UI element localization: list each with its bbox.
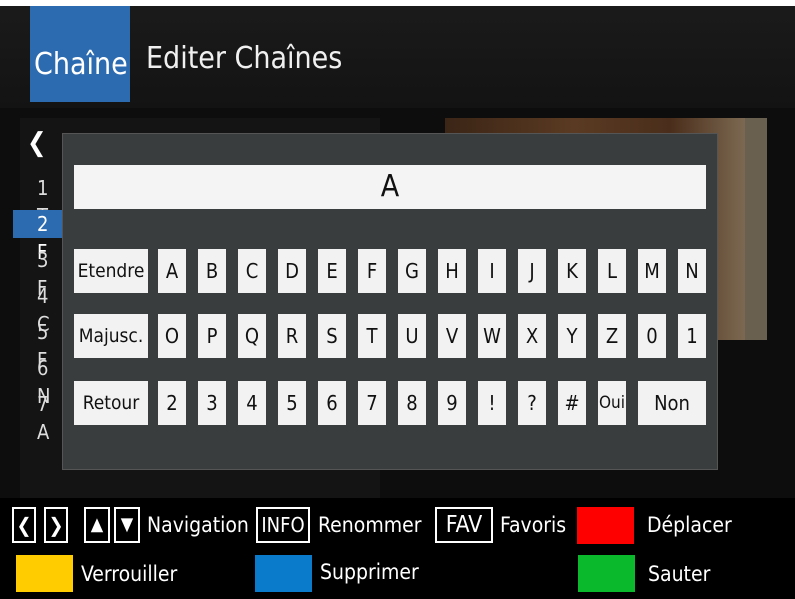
key-c[interactable]: C (238, 249, 266, 293)
channel-row[interactable]: 6 N (13, 354, 63, 408)
key-2[interactable]: 2 (158, 381, 186, 425)
key-sym11[interactable]: # (558, 381, 586, 425)
blue-key (255, 555, 312, 592)
yellow-key (16, 555, 73, 592)
delete-label: Supprimer (320, 560, 419, 584)
channel-row[interactable]: 4 C (13, 282, 63, 336)
screen: Chaîne Editer Chaînes ❮ 1 T2 F3 F4 C5 F6… (0, 0, 795, 599)
key-4[interactable]: 4 (238, 381, 266, 425)
key-oui[interactable]: Oui (598, 381, 626, 425)
tab-chaine-label: Chaîne (34, 47, 128, 82)
channel-row[interactable]: 1 T (13, 174, 63, 228)
chevron-down-icon: ▼ (114, 507, 140, 543)
info-key: INFO (256, 507, 310, 543)
key-7[interactable]: 7 (358, 381, 386, 425)
rename-label: Renommer (318, 513, 422, 537)
key-5[interactable]: 5 (278, 381, 306, 425)
key-i[interactable]: I (478, 249, 506, 293)
key-s[interactable]: S (318, 314, 346, 358)
key-retour[interactable]: Retour (74, 381, 148, 425)
chevron-up-icon: ▲ (84, 507, 110, 543)
channel-row[interactable]: 2 F (13, 210, 63, 264)
key-z[interactable]: Z (598, 314, 626, 358)
key-w[interactable]: W (478, 314, 506, 358)
key-b[interactable]: B (198, 249, 226, 293)
key-n[interactable]: N (678, 249, 706, 293)
key-k[interactable]: K (558, 249, 586, 293)
key-p[interactable]: P (198, 314, 226, 358)
chevron-left-icon: ❮ (12, 507, 36, 543)
lock-label: Verrouiller (81, 562, 178, 586)
skip-label: Sauter (648, 562, 711, 586)
channel-row[interactable]: 7 A (13, 390, 63, 444)
tab-chaine[interactable]: Chaîne (30, 6, 130, 102)
chevron-right-icon: ❯ (44, 507, 68, 543)
key-q[interactable]: Q (238, 314, 266, 358)
key-u[interactable]: U (398, 314, 426, 358)
key-v[interactable]: V (438, 314, 466, 358)
key-a[interactable]: A (158, 249, 186, 293)
page-title: Editer Chaînes (146, 41, 343, 76)
key-non[interactable]: Non (638, 381, 706, 425)
key-8[interactable]: 8 (398, 381, 426, 425)
channel-row[interactable]: 3 F (13, 246, 63, 300)
chevron-left-icon[interactable]: ❮ (27, 128, 47, 158)
key-h[interactable]: H (438, 249, 466, 293)
key-o[interactable]: O (158, 314, 186, 358)
key-3[interactable]: 3 (198, 381, 226, 425)
navigation-label: Navigation (147, 513, 249, 537)
key-f[interactable]: F (358, 249, 386, 293)
key-l[interactable]: L (598, 249, 626, 293)
move-label: Déplacer (647, 513, 732, 537)
red-key (577, 507, 634, 544)
key-t[interactable]: T (358, 314, 386, 358)
key-etendre[interactable]: Etendre (74, 249, 148, 293)
key-r[interactable]: R (278, 314, 306, 358)
fav-key: FAV (435, 507, 493, 543)
channel-row[interactable]: 5 F (13, 318, 63, 372)
key-m[interactable]: M (638, 249, 666, 293)
key-sym9[interactable]: ! (478, 381, 506, 425)
key-9[interactable]: 9 (438, 381, 466, 425)
key-d[interactable]: D (278, 249, 306, 293)
green-key (578, 555, 635, 592)
key-6[interactable]: 6 (318, 381, 346, 425)
key-majusc[interactable]: Majusc. (74, 314, 148, 358)
key-0[interactable]: 0 (638, 314, 666, 358)
favorites-label: Favoris (500, 513, 567, 537)
key-e[interactable]: E (318, 249, 346, 293)
key-x[interactable]: X (518, 314, 546, 358)
key-sym10[interactable]: ? (518, 381, 546, 425)
footer-bar: ❮ ❯ ▲ ▼ Navigation INFO Renommer FAV Fav… (0, 498, 795, 599)
key-y[interactable]: Y (558, 314, 586, 358)
key-g[interactable]: G (398, 249, 426, 293)
key-j[interactable]: J (518, 249, 546, 293)
key-1[interactable]: 1 (678, 314, 706, 358)
keyboard-input-field[interactable]: A (74, 165, 706, 209)
